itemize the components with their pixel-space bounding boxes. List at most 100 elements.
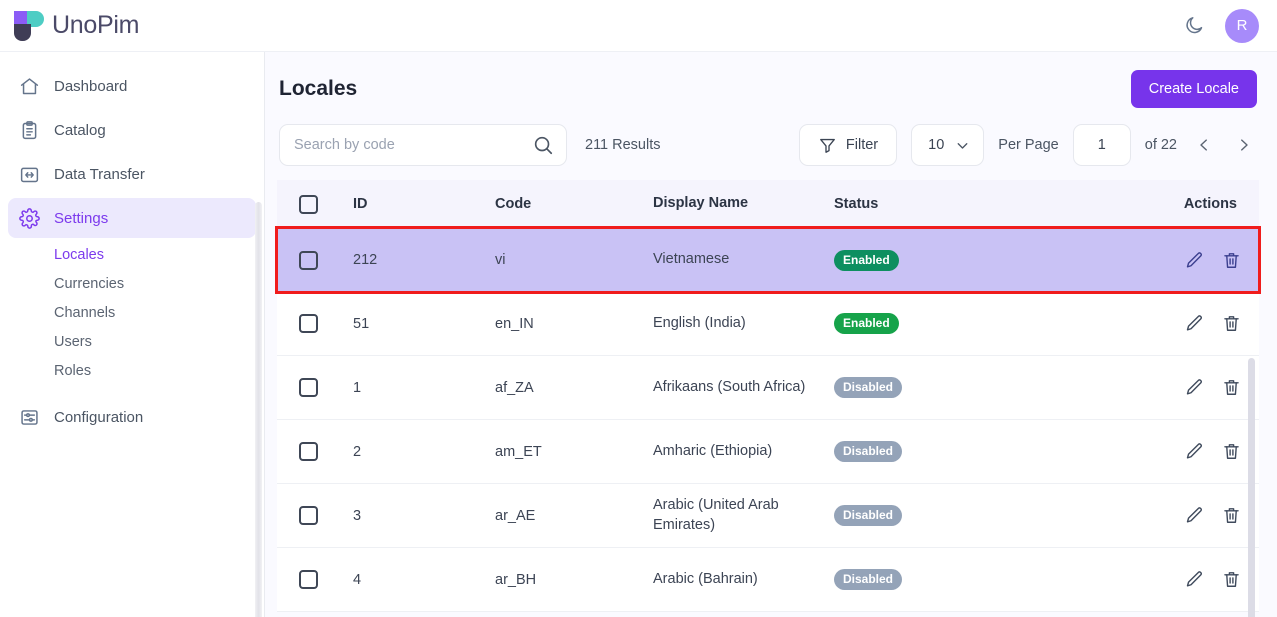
pencil-icon[interactable] — [1184, 313, 1205, 334]
row-checkbox[interactable] — [299, 506, 318, 525]
table-row[interactable]: 3ar_AEArabic (United Arab Emirates)Disab… — [277, 484, 1259, 548]
list-toolbar: 211 Results Filter 10 Per Pa — [277, 124, 1259, 180]
cell-id: 212 — [335, 252, 495, 268]
search-input[interactable] — [294, 137, 532, 153]
pencil-icon[interactable] — [1184, 505, 1205, 526]
next-page-button[interactable] — [1231, 130, 1257, 160]
table-row[interactable]: 51en_INEnglish (India)Enabled — [277, 292, 1259, 356]
cell-id: 4 — [335, 572, 495, 588]
prev-page-button[interactable] — [1191, 130, 1217, 160]
create-locale-button[interactable]: Create Locale — [1131, 70, 1257, 108]
status-badge: Disabled — [834, 569, 902, 590]
moon-icon[interactable] — [1181, 13, 1207, 39]
cell-id: 3 — [335, 508, 495, 524]
status-badge: Disabled — [834, 441, 902, 462]
cell-display-name: Arabic (Bahrain) — [653, 570, 813, 589]
cell-id: 51 — [335, 316, 495, 332]
row-checkbox[interactable] — [299, 442, 318, 461]
trash-icon[interactable] — [1221, 250, 1242, 271]
trash-icon[interactable] — [1221, 377, 1242, 398]
status-badge: Enabled — [834, 250, 899, 271]
page-number-input[interactable] — [1073, 124, 1131, 166]
sidebar-item-label: Data Transfer — [54, 166, 145, 183]
cell-code: am_ET — [495, 444, 653, 460]
table-row[interactable]: 1af_ZAAfrikaans (South Africa)Disabled — [277, 356, 1259, 420]
total-pages-label: of 22 — [1145, 137, 1177, 153]
table-row[interactable]: 212viVietnameseEnabled — [277, 228, 1259, 292]
per-page-select[interactable]: 10 — [911, 124, 984, 166]
sidebar-item-users[interactable]: Users — [8, 329, 256, 355]
cell-display-name: Arabic (United Arab Emirates) — [653, 496, 813, 534]
status-badge: Disabled — [834, 505, 902, 526]
cell-status: Enabled — [813, 250, 1013, 271]
filter-button[interactable]: Filter — [799, 124, 897, 166]
sidebar-item-locales[interactable]: Locales — [8, 242, 256, 268]
row-checkbox[interactable] — [299, 314, 318, 333]
search-icon[interactable] — [532, 134, 554, 156]
table-row[interactable]: 4ar_BHArabic (Bahrain)Disabled — [277, 548, 1259, 612]
row-checkbox[interactable] — [299, 378, 318, 397]
row-select-cell — [277, 251, 335, 270]
cell-code: vi — [495, 252, 653, 268]
status-badge: Disabled — [834, 377, 902, 398]
app-body: Dashboard Catalog — [0, 52, 1277, 617]
trash-icon[interactable] — [1221, 441, 1242, 462]
table-body: 212viVietnameseEnabled51en_INEnglish (In… — [277, 228, 1259, 612]
clipboard-icon — [18, 119, 40, 141]
per-page-label: Per Page — [998, 137, 1058, 153]
pagination-controls: Filter 10 Per Page of 22 — [799, 124, 1257, 166]
sidebar-item-settings[interactable]: Settings — [8, 198, 256, 238]
pencil-icon[interactable] — [1184, 569, 1205, 590]
column-header-display-name[interactable]: Display Name — [653, 194, 813, 213]
sidebar-item-configuration[interactable]: Configuration — [8, 397, 256, 437]
app-root: UnoPim R Dashboard — [0, 0, 1277, 617]
sidebar-item-roles[interactable]: Roles — [8, 358, 256, 384]
column-header-code[interactable]: Code — [495, 196, 653, 212]
sidebar-item-currencies[interactable]: Currencies — [8, 271, 256, 297]
unopim-logo-icon — [14, 11, 44, 41]
page-header: Locales Create Locale — [277, 52, 1259, 124]
cell-actions — [1013, 377, 1259, 398]
sidebar-scrollbar[interactable] — [255, 202, 262, 617]
sidebar-item-catalog[interactable]: Catalog — [8, 110, 256, 150]
select-all-checkbox[interactable] — [299, 195, 318, 214]
cell-status: Disabled — [813, 569, 1013, 590]
pencil-icon[interactable] — [1184, 250, 1205, 271]
row-select-cell — [277, 506, 335, 525]
pencil-icon[interactable] — [1184, 441, 1205, 462]
sidebar-item-channels[interactable]: Channels — [8, 300, 256, 326]
cell-status: Disabled — [813, 505, 1013, 526]
pencil-icon[interactable] — [1184, 377, 1205, 398]
row-checkbox[interactable] — [299, 251, 318, 270]
select-all-cell — [277, 195, 335, 214]
cell-actions — [1013, 313, 1259, 334]
funnel-icon — [818, 136, 837, 155]
row-select-cell — [277, 314, 335, 333]
avatar[interactable]: R — [1225, 9, 1259, 43]
transfer-icon — [18, 163, 40, 185]
cell-display-name: Amharic (Ethiopia) — [653, 442, 813, 461]
locales-table: ID Code Display Name Status Actions 212v… — [277, 180, 1259, 612]
column-header-status[interactable]: Status — [813, 196, 1013, 212]
search-box[interactable] — [279, 124, 567, 166]
row-select-cell — [277, 570, 335, 589]
cell-status: Disabled — [813, 377, 1013, 398]
trash-icon[interactable] — [1221, 569, 1242, 590]
filter-label: Filter — [846, 137, 878, 153]
cell-status: Disabled — [813, 441, 1013, 462]
sidebar-item-data-transfer[interactable]: Data Transfer — [8, 154, 256, 194]
top-bar: UnoPim R — [0, 0, 1277, 52]
main-scrollbar[interactable] — [1248, 358, 1255, 617]
table-row[interactable]: 2am_ETAmharic (Ethiopia)Disabled — [277, 420, 1259, 484]
sidebar-item-dashboard[interactable]: Dashboard — [8, 66, 256, 106]
column-header-id[interactable]: ID — [335, 196, 495, 212]
row-select-cell — [277, 442, 335, 461]
cell-display-name: Afrikaans (South Africa) — [653, 378, 813, 397]
results-count: 211 Results — [585, 137, 661, 153]
row-checkbox[interactable] — [299, 570, 318, 589]
cell-code: en_IN — [495, 316, 653, 332]
brand-logo[interactable]: UnoPim — [14, 11, 139, 41]
trash-icon[interactable] — [1221, 505, 1242, 526]
per-page-value: 10 — [928, 137, 944, 153]
trash-icon[interactable] — [1221, 313, 1242, 334]
